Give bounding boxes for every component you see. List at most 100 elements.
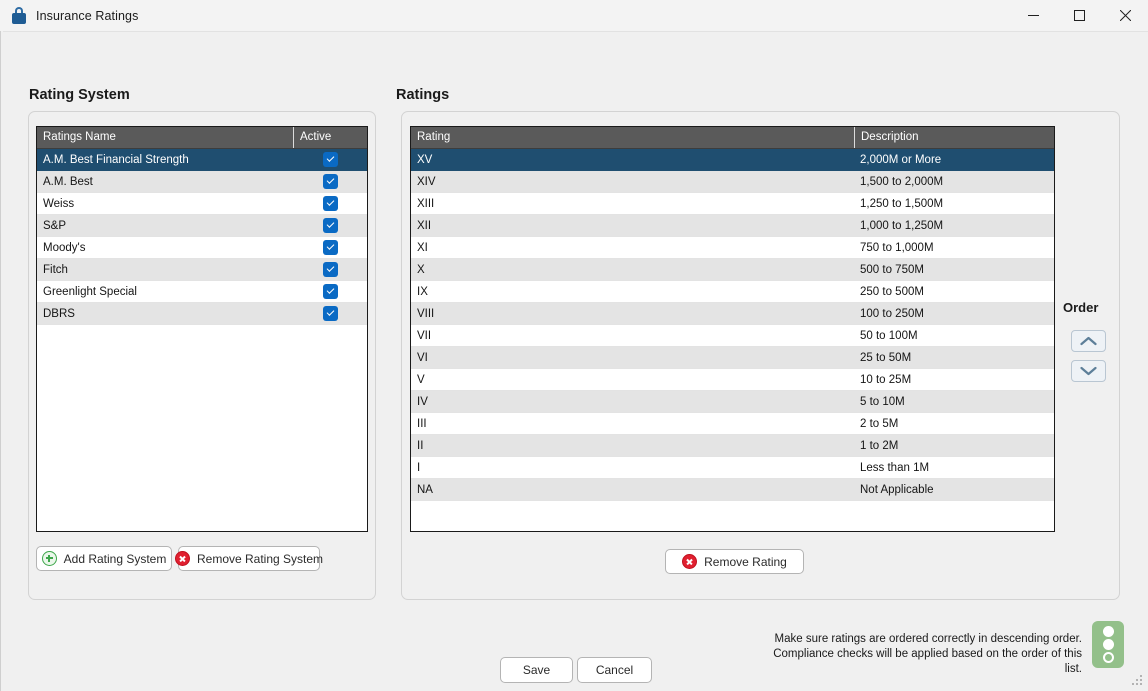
ratings-grid-body: XV 2,000M or More XIV 1,500 to 2,000M XIII 1,… — [411, 149, 1054, 501]
active-checkbox-cell[interactable] — [293, 193, 367, 215]
rating-system-grid-header: Ratings Name Active — [37, 127, 367, 149]
remove-rating-button[interactable]: Remove Rating — [665, 549, 804, 574]
rating-description: Not Applicable — [860, 483, 934, 496]
rating-description: 1,500 to 2,000M — [860, 175, 944, 188]
window-left-edge — [0, 31, 3, 691]
ratings-row[interactable]: V 10 to 25M — [411, 369, 1054, 391]
rating-system-row[interactable]: Fitch — [37, 259, 367, 281]
move-up-button[interactable] — [1071, 330, 1106, 352]
rating-value: XII — [417, 219, 432, 232]
rating-value: VI — [417, 351, 428, 364]
window-title: Insurance Ratings — [36, 8, 139, 23]
lock-icon — [11, 7, 27, 24]
rating-value: II — [417, 439, 424, 452]
ratings-row[interactable]: XII 1,000 to 1,250M — [411, 215, 1054, 237]
ratings-row[interactable]: XI 750 to 1,000M — [411, 237, 1054, 259]
rating-value: I — [417, 461, 421, 474]
rating-system-grid[interactable]: Ratings Name Active A.M. Best Financial … — [36, 126, 368, 532]
resize-grip[interactable] — [1132, 675, 1144, 687]
active-checkbox[interactable] — [322, 240, 338, 255]
ratings-heading: Ratings — [396, 87, 450, 103]
insurance-ratings-window: Insurance Ratings Rating System Ratings … — [0, 0, 1148, 691]
rating-system-row[interactable]: S&P — [37, 215, 367, 237]
move-down-button[interactable] — [1071, 360, 1106, 382]
rating-system-row[interactable]: Weiss — [37, 193, 367, 215]
add-rating-system-button[interactable]: Add Rating System — [36, 546, 172, 571]
rating-system-row[interactable]: A.M. Best — [37, 171, 367, 193]
column-header-active[interactable]: Active — [293, 127, 367, 148]
rating-system-row[interactable]: A.M. Best Financial Strength — [37, 149, 367, 171]
ratings-grid[interactable]: Rating Description XV 2,000M or More XIV 1,… — [410, 126, 1055, 532]
rating-value: XIV — [417, 175, 436, 188]
circle-x-icon — [682, 554, 698, 569]
column-header-rating[interactable]: Rating — [411, 127, 854, 148]
ratings-row[interactable]: VI 25 to 50M — [411, 347, 1054, 369]
rating-system-row[interactable]: Greenlight Special — [37, 281, 367, 303]
ratings-row[interactable]: VIII 100 to 250M — [411, 303, 1054, 325]
rating-value: X — [417, 263, 425, 276]
close-button[interactable] — [1102, 0, 1148, 31]
save-button[interactable]: Save — [500, 657, 573, 683]
ratings-row[interactable]: IV 5 to 10M — [411, 391, 1054, 413]
ratings-row[interactable]: IX 250 to 500M — [411, 281, 1054, 303]
traffic-light-icon — [1092, 621, 1124, 668]
rating-value: IV — [417, 395, 428, 408]
rating-description: 2 to 5M — [860, 417, 899, 430]
active-checkbox[interactable] — [322, 306, 338, 321]
ratings-row[interactable]: II 1 to 2M — [411, 435, 1054, 457]
rating-system-name: A.M. Best Financial Strength — [43, 153, 189, 166]
rating-description: 250 to 500M — [860, 285, 924, 298]
rating-description: 25 to 50M — [860, 351, 912, 364]
traffic-light-dot-middle — [1102, 639, 1114, 650]
ratings-row[interactable]: III 2 to 5M — [411, 413, 1054, 435]
rating-value: NA — [417, 483, 433, 496]
active-checkbox-cell[interactable] — [293, 303, 367, 325]
rating-value: XV — [417, 153, 433, 166]
active-checkbox[interactable] — [322, 174, 338, 189]
active-checkbox[interactable] — [322, 218, 338, 233]
order-label: Order — [1063, 300, 1099, 315]
ratings-row[interactable]: X 500 to 750M — [411, 259, 1054, 281]
rating-value: XIII — [417, 197, 435, 210]
active-checkbox[interactable] — [322, 196, 338, 211]
rating-value: III — [417, 417, 427, 430]
active-checkbox[interactable] — [322, 152, 338, 167]
footer-note: Make sure ratings are ordered correctly … — [770, 632, 1082, 677]
ratings-row[interactable]: VII 50 to 100M — [411, 325, 1054, 347]
active-checkbox-cell[interactable] — [293, 149, 367, 171]
rating-system-row[interactable]: Moody's — [37, 237, 367, 259]
active-checkbox[interactable] — [322, 284, 338, 299]
rating-value: V — [417, 373, 425, 386]
column-header-description[interactable]: Description — [854, 127, 1054, 148]
ratings-row[interactable]: XIII 1,250 to 1,500M — [411, 193, 1054, 215]
ratings-row[interactable]: I Less than 1M — [411, 457, 1054, 479]
rating-description: 2,000M or More — [860, 153, 942, 166]
rating-system-name: DBRS — [43, 307, 75, 320]
ratings-row[interactable]: XIV 1,500 to 2,000M — [411, 171, 1054, 193]
rating-description: 750 to 1,000M — [860, 241, 934, 254]
rating-system-row[interactable]: DBRS — [37, 303, 367, 325]
remove-rating-system-button[interactable]: Remove Rating System — [174, 546, 323, 571]
cancel-button[interactable]: Cancel — [577, 657, 652, 683]
rating-system-name: S&P — [43, 219, 67, 232]
ratings-row[interactable]: XV 2,000M or More — [411, 149, 1054, 171]
ratings-grid-header: Rating Description — [411, 127, 1054, 149]
active-checkbox-cell[interactable] — [293, 281, 367, 303]
ratings-row[interactable]: NA Not Applicable — [411, 479, 1054, 501]
rating-description: 500 to 750M — [860, 263, 924, 276]
active-checkbox-cell[interactable] — [293, 237, 367, 259]
traffic-light-dot-bottom — [1102, 652, 1114, 663]
active-checkbox-cell[interactable] — [293, 215, 367, 237]
active-checkbox-cell[interactable] — [293, 171, 367, 193]
active-checkbox[interactable] — [322, 262, 338, 277]
rating-system-name: Greenlight Special — [43, 285, 137, 298]
rating-description: 5 to 10M — [860, 395, 905, 408]
maximize-button[interactable] — [1056, 0, 1102, 31]
chevron-up-icon — [1080, 336, 1097, 346]
rating-system-name: Fitch — [43, 263, 68, 276]
footer-note-line-1: Make sure ratings are ordered correctly … — [774, 633, 1082, 645]
active-checkbox-cell[interactable] — [293, 259, 367, 281]
column-header-ratings-name[interactable]: Ratings Name — [37, 127, 293, 148]
window-controls — [1010, 0, 1148, 31]
minimize-button[interactable] — [1010, 0, 1056, 31]
